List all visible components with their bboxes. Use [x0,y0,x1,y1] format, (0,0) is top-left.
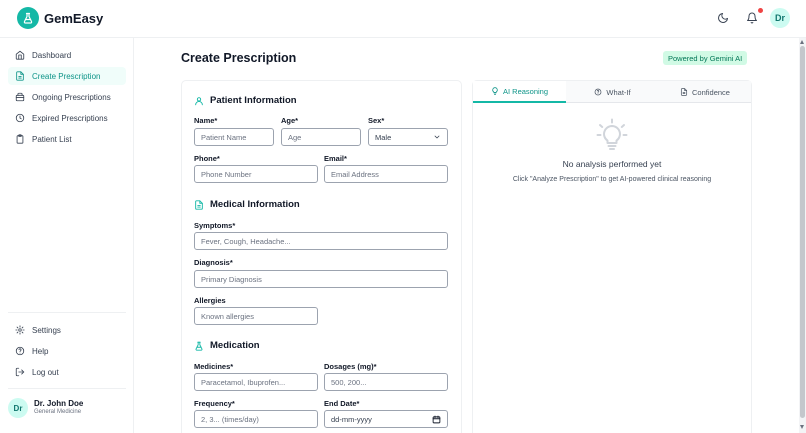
section-title-text: Medication [210,340,260,351]
name-label: Name* [194,116,218,125]
phone-input[interactable] [194,165,318,183]
sex-label: Sex* [368,116,385,125]
diagnosis-label: Diagnosis* [194,258,233,267]
file-plus-icon [16,71,24,81]
tab-ai-reasoning[interactable]: AI Reasoning [473,81,566,103]
sidebar-item-log-out[interactable]: Log out [8,363,126,381]
phone-label: Phone* [194,154,220,163]
moon-icon[interactable] [715,10,731,26]
powered-by-badge: Powered by Gemini AI [663,51,748,65]
user-avatar[interactable]: Dr [8,398,28,418]
dosages-input[interactable] [324,373,448,391]
sidebar: Dashboard Create Prescription Ongoing Pr… [0,38,134,433]
sidebar-item-expired-prescriptions[interactable]: Expired Prescriptions [8,109,126,127]
lightbulb-icon [492,87,498,95]
end-date-value: dd-mm-yyyy [331,414,372,424]
header-avatar[interactable]: Dr [770,8,790,28]
age-input[interactable] [281,128,361,146]
medicines-label: Medicines* [194,362,234,371]
notification-dot [758,8,763,13]
section-title-text: Medical Information [210,199,300,210]
user-icon [195,96,203,105]
sidebar-divider [8,312,126,313]
sidebar-item-label: Patient List [32,134,72,144]
flask-logo-icon [17,7,39,29]
sidebar-item-settings[interactable]: Settings [8,321,126,339]
tab-confidence[interactable]: Confidence [659,81,751,103]
flask-icon [195,341,203,351]
sidebar-item-label: Expired Prescriptions [32,113,108,123]
clock-icon [15,113,25,123]
sidebar-item-label: Settings [32,325,61,335]
empty-state-subtitle: Click "Analyze Prescription" to get AI-p… [512,176,712,183]
sex-select-value: Male [375,132,392,142]
lightbulb-icon [596,118,628,155]
allergies-label: Allergies [194,296,226,305]
symptoms-label: Symptoms* [194,221,236,230]
file-text-icon [195,199,203,210]
end-date-label: End Date* [324,399,360,408]
email-label: Email* [324,154,347,163]
package-icon [15,92,25,102]
calendar-icon[interactable] [432,415,441,424]
patient-info-heading: Patient Information [194,95,297,106]
sidebar-item-help[interactable]: Help [8,342,126,360]
tab-label: AI Reasoning [502,86,549,96]
age-label: Age* [281,116,299,125]
ai-tab-bar: AI Reasoning What-If Confidence [473,81,751,103]
end-date-input[interactable]: dd-mm-yyyy [324,410,448,428]
file-text-icon [680,88,688,96]
sidebar-item-create-prescription[interactable]: Create Prescription [8,67,126,85]
sidebar-item-label: Create Prescription [32,71,101,81]
page-title: Create Prescription [181,51,297,65]
sidebar-item-patient-list[interactable]: Patient List [8,130,126,148]
tab-label: What-If [606,87,631,97]
sidebar-item-label: Help [32,346,49,356]
tab-what-if[interactable]: What-If [566,81,659,103]
medicines-input[interactable] [194,373,318,391]
home-icon [15,50,25,60]
sidebar-item-label: Dashboard [32,50,72,60]
user-role: General Medicine [34,409,82,415]
scroll-down-arrow-icon[interactable] [800,425,804,429]
sidebar-item-label: Ongoing Prescriptions [32,92,111,102]
dosages-label: Dosages (mg)* [324,362,377,371]
frequency-label: Frequency* [194,399,235,408]
help-circle-icon [595,88,602,96]
clipboard-icon [16,134,24,144]
section-title-text: Patient Information [210,95,297,106]
scrollbar-thumb[interactable] [800,46,805,418]
medication-heading: Medication [194,340,260,351]
sidebar-item-label: Log out [32,367,59,377]
frequency-input[interactable] [194,410,318,428]
empty-state-title: No analysis performed yet [562,159,662,169]
top-bar: GemEasy Dr [0,0,806,38]
sex-select[interactable]: Male [368,128,448,146]
page-scrollbar[interactable] [799,38,806,433]
logout-icon [15,367,25,377]
medical-info-heading: Medical Information [194,199,300,210]
allergies-input[interactable] [194,307,318,325]
help-circle-icon [15,346,25,356]
scroll-up-arrow-icon[interactable] [800,40,804,44]
diagnosis-input[interactable] [194,270,448,288]
brand-name: GemEasy [44,11,104,26]
prescription-form-card: Patient Information Name* Age* Sex* Male… [181,80,462,433]
sidebar-divider [8,388,126,389]
symptoms-input[interactable] [194,232,448,250]
bell-icon[interactable] [744,10,760,26]
tab-label: Confidence [692,87,730,97]
patient-name-input[interactable] [194,128,274,146]
gear-icon [15,325,25,335]
sidebar-item-dashboard[interactable]: Dashboard [8,46,126,64]
ai-panel-card: AI Reasoning What-If Confidence No analy… [472,80,752,433]
email-input[interactable] [324,165,448,183]
user-name: Dr. John Doe [34,399,84,408]
chevron-down-icon [434,135,440,139]
sidebar-item-ongoing-prescriptions[interactable]: Ongoing Prescriptions [8,88,126,106]
